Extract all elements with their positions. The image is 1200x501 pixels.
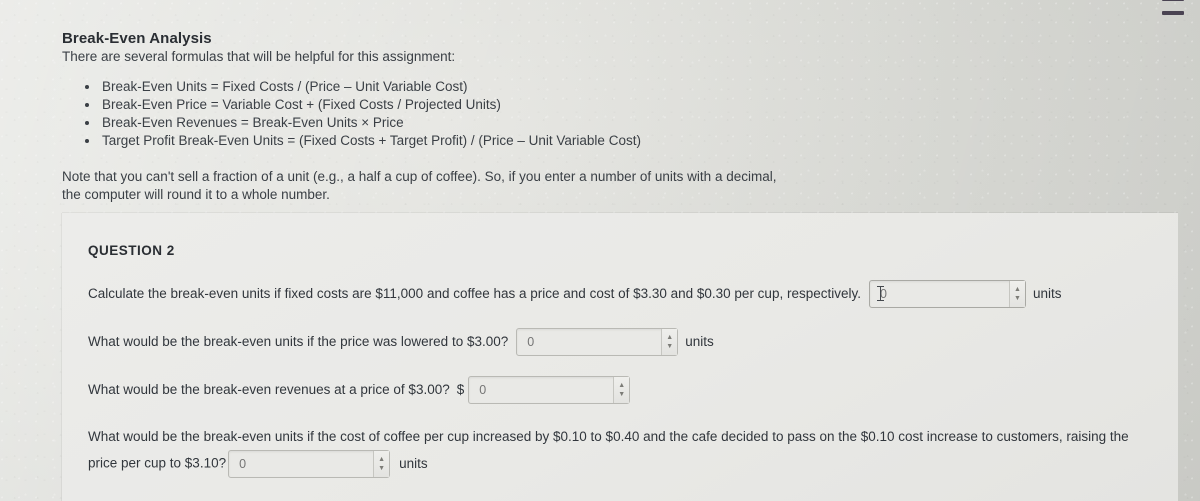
list-item: Break-Even Price = Variable Cost + (Fixe… <box>100 96 1062 114</box>
spinner-down-arrow-icon[interactable]: ▼ <box>374 464 389 477</box>
intro-section: Break-Even Analysis There are several fo… <box>62 30 1062 204</box>
question-row-1: Calculate the break-even units if fixed … <box>88 280 1178 308</box>
question-heading: QUESTION 2 <box>88 243 175 258</box>
question-card: QUESTION 2 Calculate the break-even unit… <box>62 213 1178 501</box>
break-even-units-input-2[interactable]: ▲ ▼ <box>516 328 679 356</box>
break-even-units-input-1[interactable]: ▲ ▼ <box>868 280 1026 308</box>
units-label-2: units <box>685 334 714 349</box>
break-even-units-field-4[interactable] <box>229 451 374 477</box>
question-row-4: What would be the break-even units if th… <box>88 424 1148 478</box>
spinner-up-arrow-icon[interactable]: ▲ <box>662 329 677 342</box>
rounding-note: Note that you can't sell a fraction of a… <box>62 169 777 202</box>
break-even-units-field-2[interactable] <box>517 329 662 355</box>
list-item: Break-Even Units = Fixed Costs / (Price … <box>100 78 1062 96</box>
question-3-text: What would be the break-even revenues at… <box>88 382 450 397</box>
question-1-text: Calculate the break-even units if fixed … <box>88 286 861 301</box>
spinner-down-arrow-icon[interactable]: ▼ <box>1010 294 1025 307</box>
question-row-3: What would be the break-even revenues at… <box>88 376 1178 404</box>
page-title: Break-Even Analysis <box>62 30 212 47</box>
break-even-units-field-1[interactable] <box>869 281 1009 307</box>
intro-subheading: There are several formulas that will be … <box>62 49 456 64</box>
units-label-1: units <box>1032 286 1062 301</box>
text-cursor-icon <box>876 286 884 301</box>
spinner-up-arrow-icon[interactable]: ▲ <box>1010 281 1025 294</box>
list-item: Break-Even Revenues = Break-Even Units ×… <box>100 114 1062 132</box>
spinner-up-arrow-icon[interactable]: ▲ <box>374 451 389 464</box>
list-item: Target Profit Break-Even Units = (Fixed … <box>100 132 1062 150</box>
break-even-units-input-4[interactable]: ▲ ▼ <box>228 450 391 478</box>
units-label-4: units <box>399 455 428 471</box>
page-background: Break-Even Analysis There are several fo… <box>0 0 1200 501</box>
break-even-revenues-field[interactable] <box>469 377 614 403</box>
spinner-buttons-4[interactable]: ▲ ▼ <box>373 451 390 477</box>
break-even-revenues-input[interactable]: ▲ ▼ <box>468 376 631 404</box>
spinner-buttons-1[interactable]: ▲ ▼ <box>1008 281 1025 307</box>
spinner-buttons-2[interactable]: ▲ ▼ <box>661 329 678 355</box>
dollar-sign-label: $ <box>456 382 465 397</box>
spinner-up-arrow-icon[interactable]: ▲ <box>614 377 629 390</box>
hamburger-menu-icon[interactable] <box>1162 0 1184 15</box>
question-2-text: What would be the break-even units if th… <box>88 334 509 349</box>
spinner-down-arrow-icon[interactable]: ▼ <box>614 390 629 403</box>
question-row-2: What would be the break-even units if th… <box>88 328 1178 356</box>
formula-list: Break-Even Units = Fixed Costs / (Price … <box>62 78 1062 150</box>
spinner-down-arrow-icon[interactable]: ▼ <box>662 342 677 355</box>
spinner-buttons-3[interactable]: ▲ ▼ <box>613 377 630 403</box>
